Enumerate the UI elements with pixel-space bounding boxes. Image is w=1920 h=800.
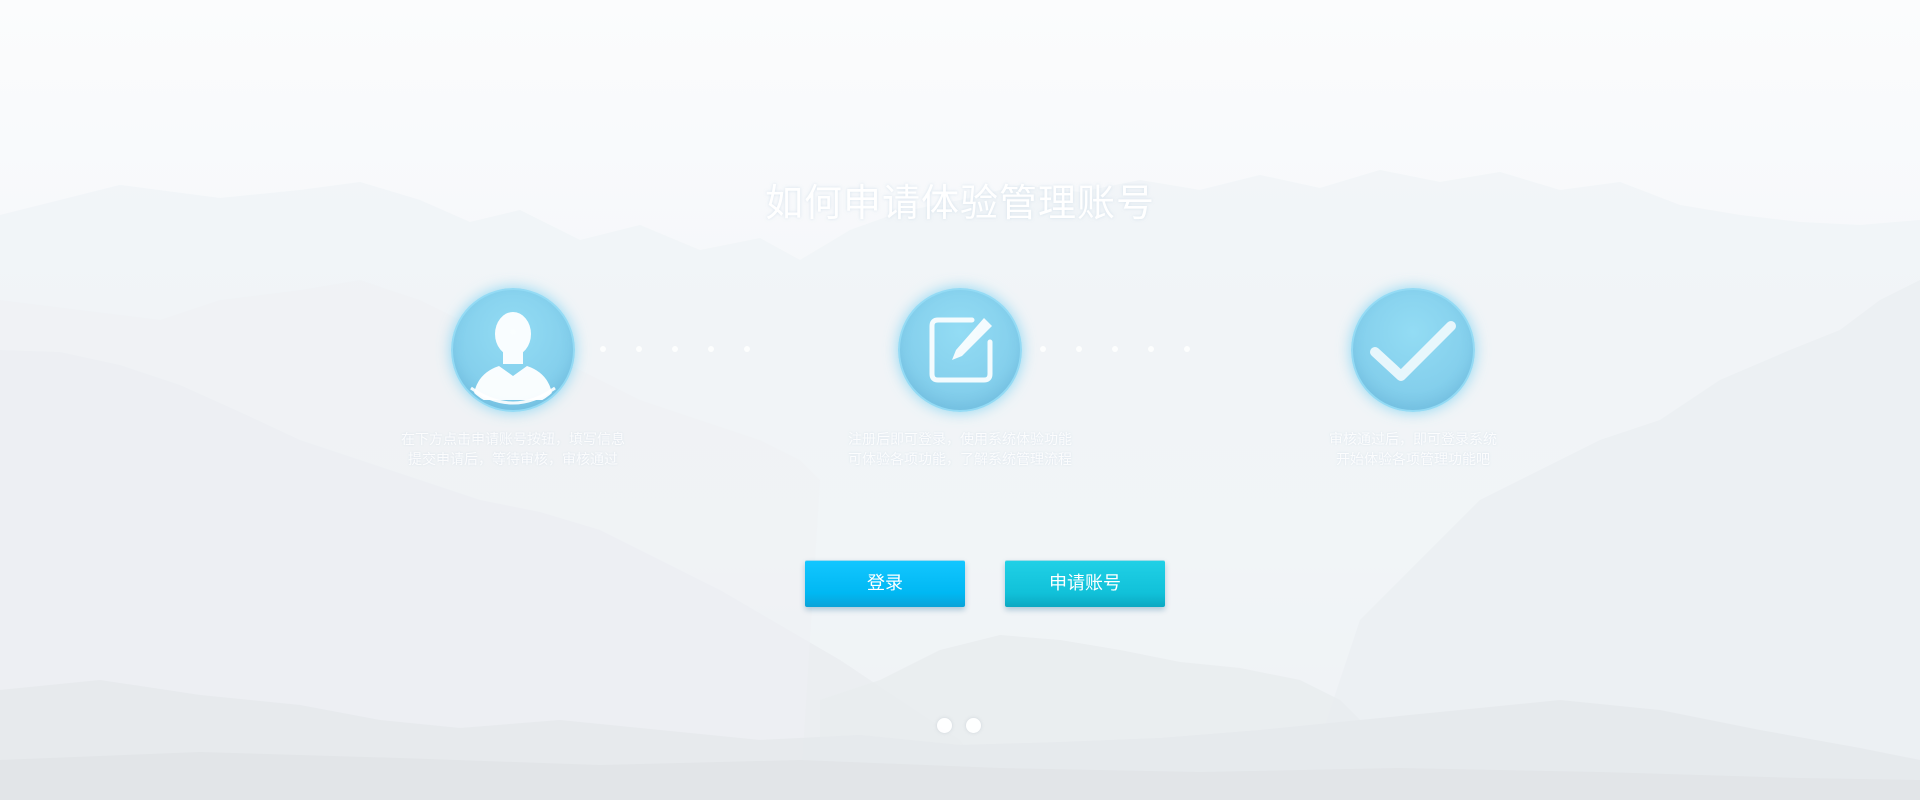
step-register-desc: 在下方点击申请账号按钮，填写信息 提交申请后，等待审核，审核通过 xyxy=(373,430,653,470)
pager-dot-1[interactable] xyxy=(937,718,952,733)
step-fill-circle xyxy=(898,288,1022,412)
step-connector-dots-2 xyxy=(1040,346,1190,352)
step-done-line1: 审核通过后，即可登录系统 xyxy=(1329,432,1497,448)
step-done-line2: 开始体验各项管理功能吧 xyxy=(1336,452,1490,468)
step-fill-desc: 注册后即可登录，使用系统体验功能 可体验各项功能，了解系统管理流程 xyxy=(820,430,1100,470)
step-done-circle xyxy=(1351,288,1475,412)
login-button[interactable]: 登录 xyxy=(805,560,965,607)
step-done-desc: 审核通过后，即可登录系统 开始体验各项管理功能吧 xyxy=(1273,430,1553,470)
step-fill-line1: 注册后即可登录，使用系统体验功能 xyxy=(848,432,1072,448)
step-connector-dots xyxy=(600,346,750,352)
pager-dot-2[interactable] xyxy=(966,718,981,733)
step-register-line2: 提交申请后，等待审核，审核通过 xyxy=(408,452,618,468)
edit-icon xyxy=(929,317,993,383)
user-icon xyxy=(470,312,556,405)
page-stage: 如何申请体验管理账号 在下方点击申请账号按钮，填写信息 提交申请后，等待审核，审… xyxy=(0,0,1920,800)
step-register-line1: 在下方点击申请账号按钮，填写信息 xyxy=(401,432,625,448)
carousel-pager xyxy=(937,718,981,733)
step-fill-line2: 可体验各项功能，了解系统管理流程 xyxy=(848,452,1072,468)
check-icon xyxy=(1370,321,1456,381)
step-register-circle xyxy=(451,288,575,412)
apply-account-button[interactable]: 申请账号 xyxy=(1005,560,1165,607)
page-title: 如何申请体验管理账号 xyxy=(764,181,1155,225)
